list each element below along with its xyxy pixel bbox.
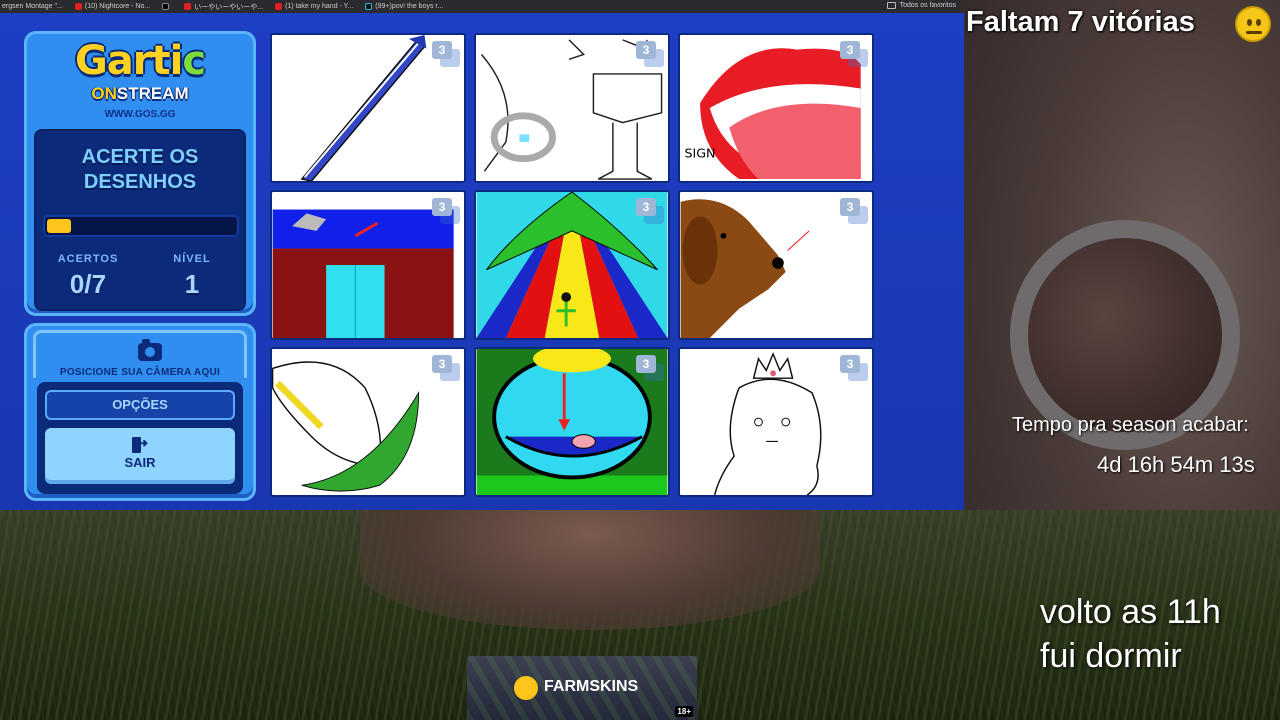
svg-text:SIGN: SIGN <box>685 146 716 161</box>
drawing-card-calla-lily[interactable]: 3 <box>270 347 466 497</box>
drawing-card-bathroom[interactable]: 3 <box>474 33 670 183</box>
exit-button[interactable]: SAIR <box>45 428 235 484</box>
season-timer-value: 4d 16h 54m 13s <box>1097 452 1255 477</box>
sponsor-banner: FARMSKINS 18+ <box>467 656 697 720</box>
youtube-icon <box>184 3 192 10</box>
attempts-badge: 3 <box>432 355 460 381</box>
drawings-grid: 3 3 SIGN 3 3 3 3 3 3 3 <box>270 33 878 500</box>
all-favorites-button[interactable]: Todos os favoritos <box>886 2 956 9</box>
on-stream-logo: ONSTREAM <box>91 84 189 103</box>
background-face-shape <box>360 510 820 630</box>
gartic-logo: Gartic <box>74 38 206 84</box>
farmskins-logo-icon <box>514 676 538 700</box>
attempts-badge: 3 <box>840 41 868 67</box>
drawing-card-princess[interactable]: 3 <box>678 347 874 497</box>
bookmark-item[interactable]: いーやいーやいーや... <box>184 2 263 12</box>
game-info-panel: Gartic ONSTREAM WWW.GOS.GG ACERTE OS DES… <box>24 31 256 316</box>
status-message: volto as 11h fui dormir <box>1040 593 1221 675</box>
bookmark-item[interactable]: ergsen Montage "... <box>2 3 63 10</box>
mode-title: ACERTE OS DESENHOS <box>81 146 199 193</box>
progress-fill <box>47 219 71 233</box>
gartic-game-window: Gartic ONSTREAM WWW.GOS.GG ACERTE OS DES… <box>0 13 964 510</box>
youtube-icon <box>74 3 82 10</box>
controls-panel: POSICIONE SUA CÂMERA AQUI OPÇÕES SAIR <box>24 323 256 501</box>
attempts-badge: 3 <box>636 355 664 381</box>
nivel-value: 1 <box>184 269 200 299</box>
drawing-card-hammock[interactable]: 3 <box>474 347 670 497</box>
attempts-badge: 3 <box>636 41 664 67</box>
attempts-badge: 3 <box>432 198 460 224</box>
score-box: ACERTE OS DESENHOS ACERTOS 0/7 NÍVEL 1 <box>34 129 246 311</box>
attempts-badge: 3 <box>840 355 868 381</box>
exit-icon <box>132 436 148 453</box>
age-rating-badge: 18+ <box>675 706 693 717</box>
drawing-card-dog[interactable]: 3 <box>678 190 874 340</box>
tiktok-icon <box>365 3 373 10</box>
attempts-badge: 3 <box>840 198 868 224</box>
nivel-stat: NÍVEL 1 <box>142 253 242 300</box>
drawing-card-mouth[interactable]: SIGN 3 <box>678 33 874 183</box>
season-timer-label: Tempo pra season acabar: <box>1012 414 1249 436</box>
bookmark-item[interactable] <box>162 3 172 10</box>
camera-icon <box>138 339 162 361</box>
bookmarks-bar: ergsen Montage "... (10) Nightcore - No.… <box>0 0 960 13</box>
neutral-face-emoji-icon <box>1235 6 1271 42</box>
acertos-value: 0/7 <box>69 269 107 299</box>
x-icon <box>162 3 170 10</box>
progress-bar <box>43 215 239 237</box>
attempts-badge: 3 <box>636 198 664 224</box>
folder-icon <box>886 2 896 9</box>
drawing-card-house[interactable]: 3 <box>270 190 466 340</box>
options-button[interactable]: OPÇÕES <box>45 390 235 420</box>
drawing-card-circus-tent[interactable]: 3 <box>474 190 670 340</box>
drawing-card-pen[interactable]: 3 <box>270 33 466 183</box>
site-url: WWW.GOS.GG <box>104 109 176 120</box>
bookmark-item[interactable]: (99+)pov! the boys r... <box>365 3 443 10</box>
buttons-container: OPÇÕES SAIR <box>37 382 243 494</box>
bookmark-item[interactable]: (10) Nightcore - No... <box>74 3 150 10</box>
camera-placeholder: POSICIONE SUA CÂMERA AQUI <box>33 330 247 378</box>
youtube-icon <box>275 3 283 10</box>
bookmark-item[interactable]: (1) take my hand - Y... <box>275 3 353 10</box>
acertos-stat: ACERTOS 0/7 <box>38 253 138 300</box>
attempts-badge: 3 <box>432 41 460 67</box>
wins-remaining-text: Faltam 7 vitórias <box>966 6 1195 38</box>
